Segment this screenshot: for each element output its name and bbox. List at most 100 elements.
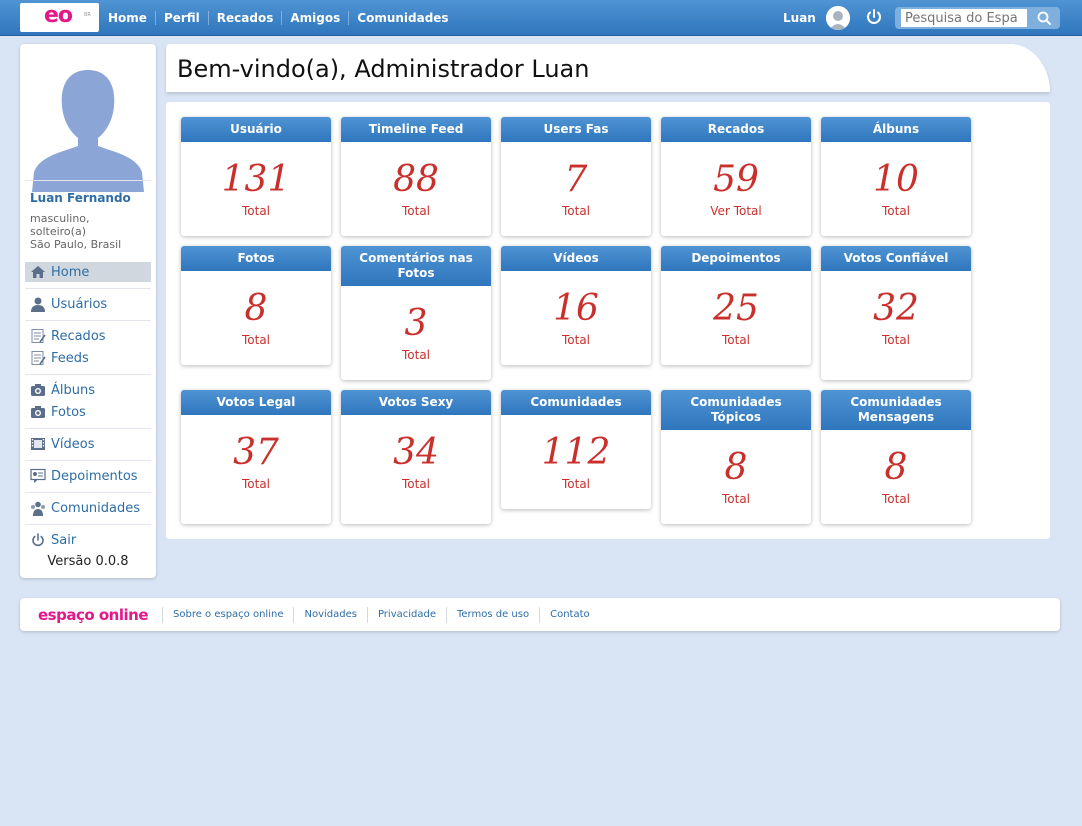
sidebar-item-label: Feeds [51, 350, 89, 366]
card-label: Total [401, 204, 431, 218]
card-value: 8 [884, 447, 908, 488]
card-value: 34 [393, 432, 439, 473]
divider [25, 288, 151, 289]
sidebar-item-label: Home [51, 264, 90, 280]
sidebar-item-videos[interactable]: Vídeos [25, 434, 151, 454]
stat-card-comunidades-mensagens[interactable]: Comunidades Mensagens 8 Total [821, 390, 971, 524]
stat-card-fotos[interactable]: Fotos 8 Total [181, 246, 331, 365]
feed-icon [30, 350, 46, 366]
card-title: Usuário [181, 117, 331, 142]
main-nav: Home Perfil Recados Amigos Comunidades [100, 0, 457, 36]
card-label: Total [561, 477, 591, 491]
card-title: Comunidades Mensagens [821, 390, 971, 430]
stat-card-votos-sexy[interactable]: Votos Sexy 34 Total [341, 390, 491, 524]
stat-card-comunidades[interactable]: Comunidades 112 Total [501, 390, 651, 509]
photo-icon [30, 404, 46, 420]
footer-link-sobre[interactable]: Sobre o espaço online [162, 606, 293, 623]
card-title: Comentários nas Fotos [341, 246, 491, 286]
card-label: Total [241, 204, 271, 218]
divider [25, 492, 151, 493]
profile-avatar[interactable] [32, 66, 144, 192]
profile-location: São Paulo, Brasil [30, 238, 122, 251]
community-icon [30, 500, 46, 516]
sidebar-item-sair[interactable]: Sair [25, 530, 151, 550]
footer-link-termos[interactable]: Termos de uso [446, 606, 539, 623]
card-value: 10 [873, 159, 919, 200]
card-title: Comunidades [501, 390, 651, 415]
divider [25, 180, 151, 181]
stat-card-users-fas[interactable]: Users Fas 7 Total [501, 117, 651, 236]
stat-card-comentarios-fotos[interactable]: Comentários nas Fotos 3 Total [341, 246, 491, 380]
film-icon [30, 436, 46, 452]
nav-amigos[interactable]: Amigos [281, 11, 348, 25]
sidebar-item-home[interactable]: Home [25, 262, 151, 282]
user-icon [30, 296, 46, 312]
sidebar-item-label: Recados [51, 328, 106, 344]
sidebar-item-depoimentos[interactable]: Depoimentos [25, 466, 151, 486]
stat-card-videos[interactable]: Vídeos 16 Total [501, 246, 651, 365]
stat-card-votos-confiavel[interactable]: Votos Confiável 32 Total [821, 246, 971, 380]
divider [25, 320, 151, 321]
nav-comunidades[interactable]: Comunidades [348, 11, 456, 25]
logo-country: BR [84, 12, 91, 18]
sidebar: Luan Fernando masculino, solteiro(a) São… [20, 44, 156, 578]
user-name[interactable]: Luan [783, 11, 816, 25]
stat-card-usuario[interactable]: Usuário 131 Total [181, 117, 331, 236]
stat-card-albuns[interactable]: Álbuns 10 Total [821, 117, 971, 236]
testimonial-icon [30, 468, 46, 484]
footer-link-novidades[interactable]: Novidades [293, 606, 366, 623]
card-label[interactable]: Ver Total [661, 204, 811, 218]
stat-card-depoimentos[interactable]: Depoimentos 25 Total [661, 246, 811, 365]
user-avatar-icon[interactable] [826, 6, 850, 30]
card-value: 112 [541, 432, 611, 473]
camera-icon [30, 382, 46, 398]
footer-link-privacidade[interactable]: Privacidade [366, 606, 446, 623]
sidebar-item-label: Sair [51, 532, 77, 548]
sidebar-item-feeds[interactable]: Feeds [25, 348, 151, 368]
footer-logo[interactable]: espaço online [38, 606, 162, 624]
card-title: Recados [661, 117, 811, 142]
card-label: Total [881, 333, 911, 347]
sidebar-item-label: Depoimentos [51, 468, 138, 484]
sidebar-item-usuarios[interactable]: Usuários [25, 294, 151, 314]
nav-recados[interactable]: Recados [207, 11, 282, 25]
sidebar-item-recados[interactable]: Recados [25, 326, 151, 346]
card-label: Total [241, 477, 271, 491]
stat-card-votos-legal[interactable]: Votos Legal 37 Total [181, 390, 331, 524]
card-label: Total [561, 204, 591, 218]
card-label: Total [721, 492, 751, 506]
divider [25, 428, 151, 429]
power-icon[interactable] [864, 7, 884, 27]
sidebar-item-fotos[interactable]: Fotos [25, 402, 151, 422]
card-value: 8 [724, 447, 748, 488]
sidebar-item-albuns[interactable]: Álbuns [25, 380, 151, 400]
card-title: Depoimentos [661, 246, 811, 271]
card-label: Total [561, 333, 591, 347]
divider [25, 524, 151, 525]
version-text: Versão 0.0.8 [47, 554, 129, 569]
profile-gender: masculino, [30, 212, 90, 225]
profile-name[interactable]: Luan Fernando [30, 191, 131, 205]
footer-link-contato[interactable]: Contato [539, 606, 600, 623]
stat-card-recados[interactable]: Recados 59 Ver Total [661, 117, 811, 236]
card-title: Votos Confiável [821, 246, 971, 271]
footer: espaço online Sobre o espaço online Novi… [20, 598, 1060, 631]
search-icon[interactable] [1033, 8, 1055, 28]
stat-card-comunidades-topicos[interactable]: Comunidades Tópicos 8 Total [661, 390, 811, 524]
card-title: Álbuns [821, 117, 971, 142]
logo[interactable]: eo BR [20, 3, 99, 32]
profile-status: solteiro(a) [30, 225, 86, 238]
nav-perfil[interactable]: Perfil [154, 11, 208, 25]
stat-card-timeline-feed[interactable]: Timeline Feed 88 Total [341, 117, 491, 236]
card-label: Total [721, 333, 751, 347]
search-box [895, 7, 1060, 29]
sidebar-item-label: Álbuns [51, 382, 96, 398]
sidebar-item-comunidades[interactable]: Comunidades [25, 498, 151, 518]
nav-home[interactable]: Home [100, 11, 155, 25]
card-label: Total [881, 204, 911, 218]
search-input[interactable] [901, 9, 1027, 27]
logo-text: eo [44, 3, 73, 28]
card-title: Users Fas [501, 117, 651, 142]
card-title: Fotos [181, 246, 331, 271]
power-icon [30, 532, 46, 548]
